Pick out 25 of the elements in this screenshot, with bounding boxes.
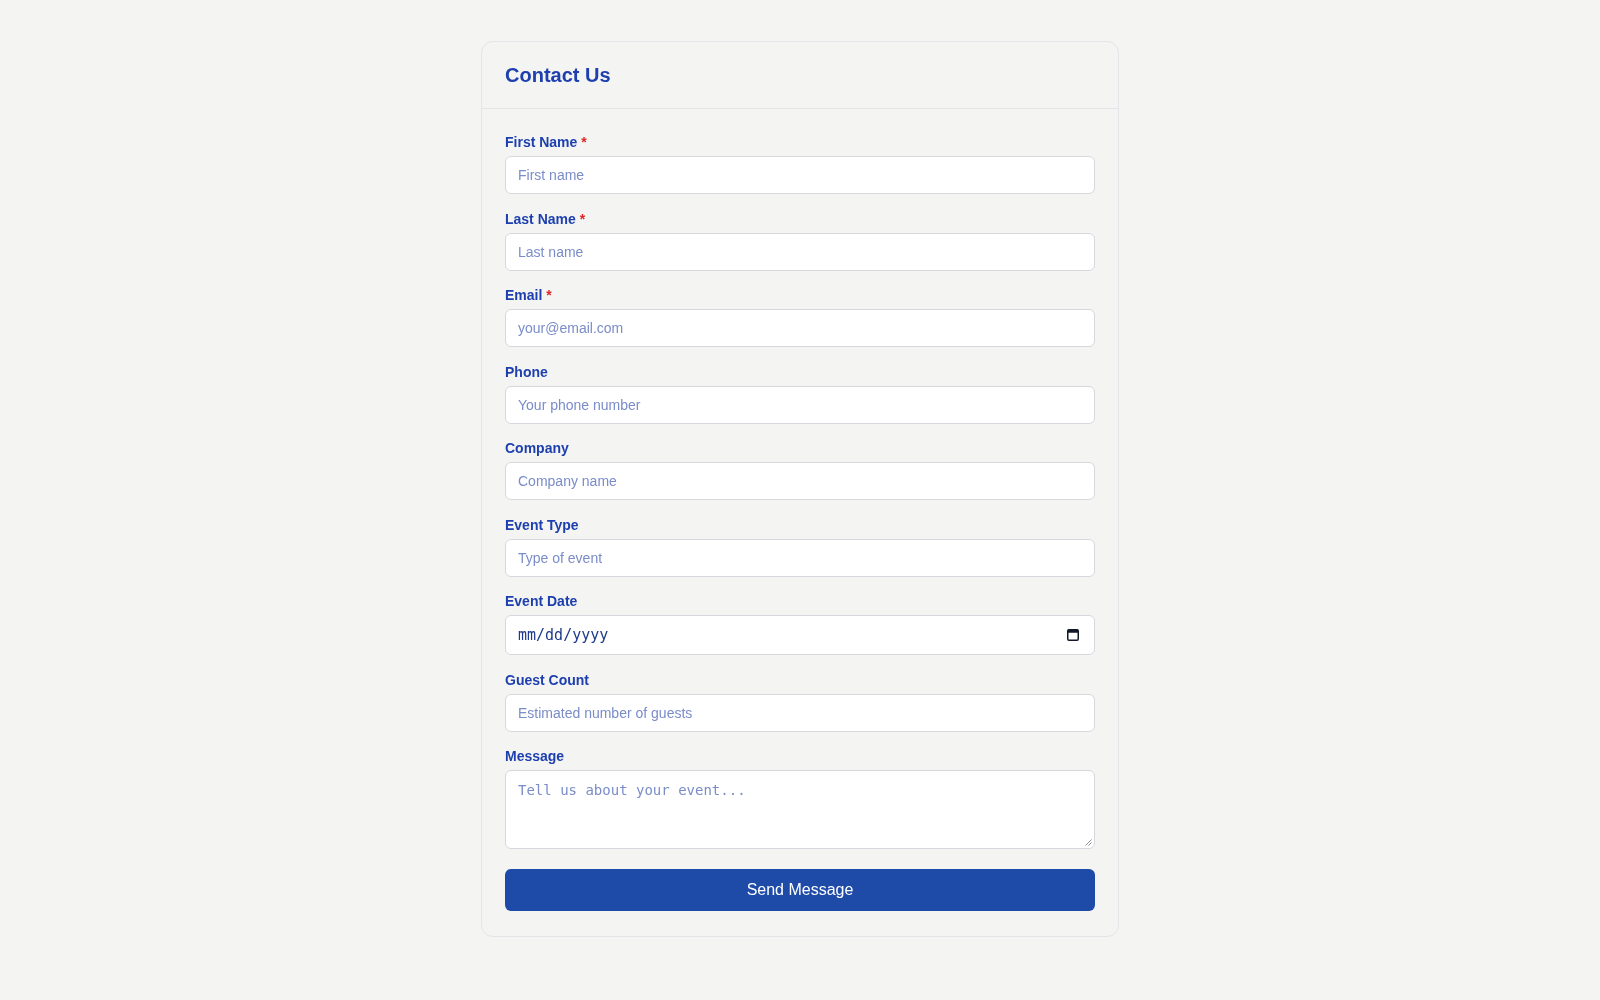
field-label: Event Type — [505, 515, 579, 535]
field-label: Email — [505, 286, 543, 305]
field-label: Message — [505, 747, 565, 766]
date-input[interactable]: mm/dd/yyyy — [505, 615, 1095, 655]
text-input[interactable]: First name — [505, 156, 1095, 194]
field-label: Last Name — [505, 209, 576, 229]
required-asterisk: * — [546, 286, 552, 305]
required-asterisk: * — [579, 209, 586, 229]
text-input[interactable]: Type of event — [505, 538, 1095, 577]
text-input[interactable]: Last name — [505, 232, 1095, 271]
field-label: Company — [505, 439, 569, 458]
text-input[interactable]: Estimated number of guests — [505, 693, 1095, 732]
resize-grip-icon[interactable] — [1085, 839, 1092, 846]
message-textarea[interactable]: Tell us about your event... — [505, 770, 1095, 849]
text-input[interactable]: Your phone number — [505, 385, 1095, 424]
required-asterisk: * — [581, 133, 587, 152]
field-label: First Name — [505, 133, 578, 152]
calendar-icon[interactable] — [1067, 629, 1079, 641]
text-input[interactable]: your@email.com — [505, 309, 1095, 347]
send-message-button[interactable]: Send Message — [505, 869, 1095, 911]
field-label: Guest Count — [505, 670, 589, 690]
field-label: Event Date — [505, 592, 578, 611]
field-label: Phone — [505, 362, 548, 382]
text-input[interactable]: Company name — [505, 462, 1095, 500]
form-title: Contact Us — [505, 63, 611, 88]
